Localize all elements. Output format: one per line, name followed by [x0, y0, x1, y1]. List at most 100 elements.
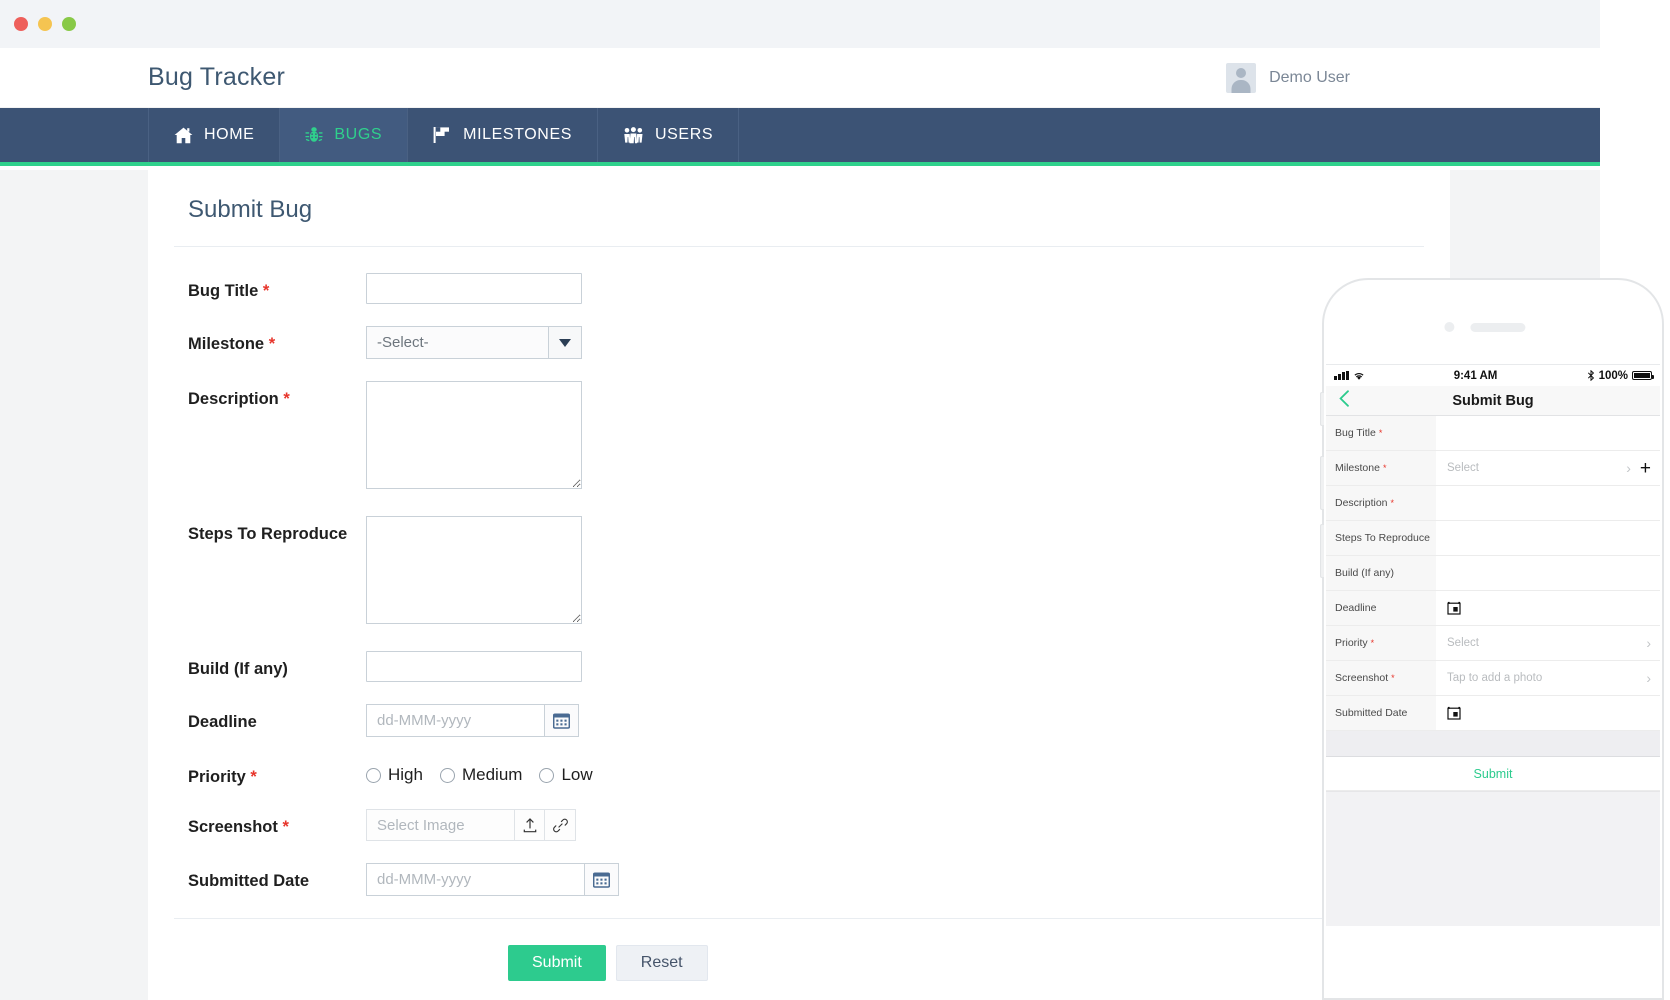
phone-row-submitted-date[interactable]: Submitted Date: [1326, 696, 1660, 731]
phone-label-steps: Steps To Reproduce: [1326, 521, 1436, 555]
priority-option-medium[interactable]: Medium: [439, 765, 522, 785]
priority-option-high[interactable]: High: [366, 765, 423, 785]
label-build: Build (If any): [188, 660, 288, 678]
phone-submit-button[interactable]: Submit: [1326, 757, 1660, 791]
phone-screenshot-placeholder: Tap to add a photo: [1447, 672, 1543, 684]
required-marker: *: [1382, 463, 1387, 473]
phone-row-deadline[interactable]: Deadline: [1326, 591, 1660, 626]
window-minimize-button[interactable]: [38, 17, 52, 31]
submit-button[interactable]: Submit: [508, 945, 606, 981]
required-marker: *: [1391, 673, 1395, 683]
phone-label-submitted-date: Submitted Date: [1326, 696, 1436, 730]
priority-option-low[interactable]: Low: [539, 765, 593, 785]
back-chevron-icon[interactable]: [1339, 389, 1350, 412]
priority-label-low: Low: [561, 765, 593, 784]
phone-silent-switch[interactable]: [1320, 392, 1324, 426]
phone-screen: 9:41 AM 100% Submit Bug Bug Title * Mile…: [1326, 364, 1660, 926]
phone-mockup: 9:41 AM 100% Submit Bug Bug Title * Mile…: [1320, 278, 1664, 1000]
required-marker: *: [283, 390, 290, 408]
phone-value-priority[interactable]: Select ›: [1436, 626, 1660, 660]
label-submitted-date: Submitted Date: [188, 872, 310, 890]
submitted-date-placeholder[interactable]: dd-MMM-yyyy: [366, 863, 584, 896]
phone-volume-up-button[interactable]: [1320, 456, 1324, 510]
milestone-select[interactable]: -Select-: [366, 326, 582, 359]
phone-row-bug-title[interactable]: Bug Title *: [1326, 416, 1660, 451]
phone-label-text: Bug Title: [1335, 427, 1376, 439]
phone-value-description[interactable]: [1436, 486, 1660, 520]
bug-icon: [305, 126, 324, 144]
deadline-datepicker[interactable]: dd-MMM-yyyy: [366, 704, 579, 737]
screenshot-upload-button[interactable]: [514, 809, 545, 841]
phone-value-steps[interactable]: [1436, 521, 1660, 555]
phone-row-milestone[interactable]: Milestone * Select › +: [1326, 451, 1660, 486]
phone-value-milestone[interactable]: Select › +: [1436, 451, 1660, 485]
chevron-right-icon[interactable]: ›: [1646, 636, 1651, 650]
battery-icon: [1632, 371, 1654, 380]
phone-milestone-placeholder: Select: [1447, 462, 1479, 474]
nav-item-milestones[interactable]: MILESTONES: [408, 108, 598, 162]
screenshot-placeholder[interactable]: Select Image: [366, 809, 514, 841]
nav-item-bugs[interactable]: BUGS: [280, 108, 409, 162]
phone-value-deadline[interactable]: [1436, 591, 1660, 625]
label-description-text: Description: [188, 390, 279, 408]
required-marker: *: [1378, 428, 1383, 438]
phone-label-build: Build (If any): [1326, 556, 1436, 590]
chevron-down-icon: [559, 338, 571, 347]
chevron-right-icon[interactable]: ›: [1626, 461, 1631, 475]
radio-button[interactable]: [539, 767, 555, 783]
nav-label-milestones: MILESTONES: [463, 126, 572, 143]
browser-titlebar: [0, 0, 1600, 48]
phone-value-build[interactable]: [1436, 556, 1660, 590]
field-row-deadline: Deadline dd-MMM-yyyy: [148, 704, 1450, 737]
deadline-placeholder[interactable]: dd-MMM-yyyy: [366, 704, 544, 737]
submitted-date-datepicker[interactable]: dd-MMM-yyyy: [366, 863, 619, 896]
phone-row-screenshot[interactable]: Screenshot * Tap to add a photo ›: [1326, 661, 1660, 696]
submitted-date-calendar-button[interactable]: [584, 863, 619, 896]
window-close-button[interactable]: [14, 17, 28, 31]
wifi-icon: [1353, 372, 1364, 380]
phone-label-text: Deadline: [1335, 602, 1377, 614]
phone-value-bug-title[interactable]: [1436, 416, 1660, 450]
phone-value-screenshot[interactable]: Tap to add a photo ›: [1436, 661, 1660, 695]
form-actions: Submit Reset: [148, 919, 1450, 981]
label-description: Description *: [148, 381, 366, 409]
user-menu[interactable]: Demo User: [1226, 62, 1350, 93]
form-card: Submit Bug Bug Title * Milestone * -Sele…: [148, 170, 1450, 1000]
radio-button[interactable]: [439, 767, 455, 783]
screenshot-stage: Bug Tracker Demo User HOME BUGS MILESTON…: [0, 0, 1670, 1000]
field-row-milestone: Milestone * -Select-: [148, 326, 1450, 359]
calendar-icon[interactable]: [1447, 601, 1461, 615]
plus-icon[interactable]: +: [1640, 459, 1651, 478]
nav-item-home[interactable]: HOME: [148, 108, 281, 162]
nav-item-users[interactable]: USERS: [598, 108, 740, 162]
upload-icon: [523, 817, 536, 832]
reset-button[interactable]: Reset: [615, 945, 708, 981]
bluetooth-icon: [1587, 370, 1594, 381]
submit-bug-form: Bug Title * Milestone * -Select- Descrip…: [148, 247, 1450, 981]
radio-button[interactable]: [366, 767, 381, 783]
priority-label-high: High: [388, 765, 423, 784]
phone-row-steps[interactable]: Steps To Reproduce: [1326, 521, 1660, 556]
status-right: 100%: [1587, 370, 1654, 382]
milestone-dropdown-button[interactable]: [548, 326, 582, 359]
phone-value-submitted-date[interactable]: [1436, 696, 1660, 730]
calendar-icon: [553, 713, 570, 729]
page-title: Submit Bug: [188, 196, 313, 223]
window-maximize-button[interactable]: [62, 17, 76, 31]
deadline-calendar-button[interactable]: [544, 704, 579, 737]
description-textarea[interactable]: [366, 381, 582, 489]
label-bug-title: Bug Title *: [148, 273, 366, 301]
phone-row-priority[interactable]: Priority * Select ›: [1326, 626, 1660, 661]
bug-title-input[interactable]: [366, 273, 582, 304]
steps-to-reproduce-textarea[interactable]: [366, 516, 582, 624]
signal-bars-icon: [1334, 371, 1349, 380]
phone-row-description[interactable]: Description *: [1326, 486, 1660, 521]
calendar-icon[interactable]: [1447, 706, 1461, 720]
build-input[interactable]: [366, 651, 582, 682]
chevron-right-icon[interactable]: ›: [1646, 671, 1651, 685]
phone-speaker-group: [1444, 322, 1526, 332]
phone-milestone-accessories: › +: [1626, 459, 1651, 478]
phone-row-build[interactable]: Build (If any): [1326, 556, 1660, 591]
screenshot-link-button[interactable]: [545, 809, 576, 841]
phone-volume-down-button[interactable]: [1320, 524, 1324, 578]
